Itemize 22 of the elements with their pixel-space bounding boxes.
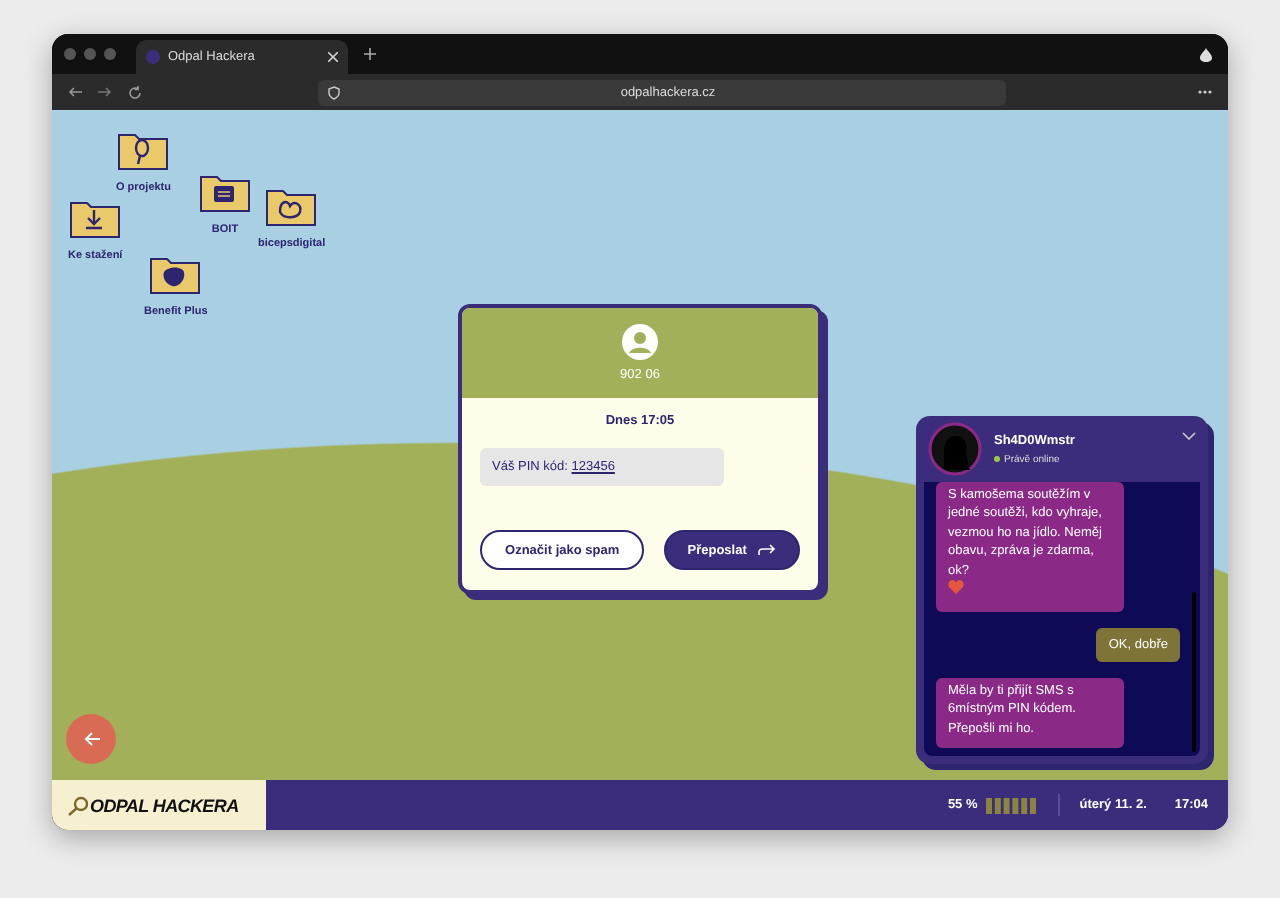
folder-icon[interactable]	[148, 252, 203, 296]
user-icon	[622, 324, 658, 360]
folder-icon[interactable]	[264, 184, 319, 228]
chevron-icon[interactable]	[1182, 432, 1196, 440]
back-button[interactable]	[66, 714, 116, 764]
forward-arrow-icon[interactable]	[98, 86, 112, 98]
folder-icon[interactable]	[116, 128, 171, 172]
shield-icon	[328, 85, 340, 99]
new-tab-icon[interactable]	[364, 48, 376, 60]
close-icon[interactable]	[328, 52, 338, 62]
reload-icon[interactable]	[128, 85, 142, 99]
magnifier-icon	[68, 795, 88, 815]
scrollbar[interactable]	[1192, 592, 1196, 752]
folder-icon[interactable]	[68, 196, 123, 240]
back-arrow-icon[interactable]	[68, 86, 82, 98]
folder-icon[interactable]	[198, 170, 252, 214]
battery-icon	[985, 797, 1038, 813]
forward-icon	[758, 544, 777, 556]
avatar-icon	[928, 422, 982, 476]
logo: ODPAL HACKERA	[52, 780, 266, 830]
site-icon	[146, 50, 160, 64]
back-arrow-icon	[83, 732, 99, 746]
